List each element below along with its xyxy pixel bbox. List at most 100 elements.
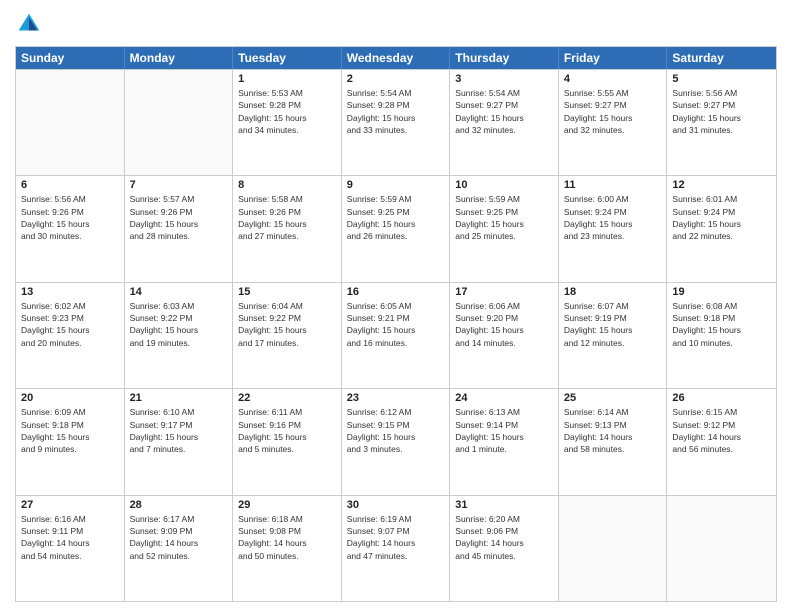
sun-info: Sunrise: 6:01 AM Sunset: 9:24 PM Dayligh… (672, 193, 771, 242)
calendar-cell-4-3: 30 Sunrise: 6:19 AM Sunset: 9:07 PM Dayli… (342, 496, 451, 601)
day-number: 3 (455, 73, 553, 85)
sun-info: Sunrise: 5:56 AM Sunset: 9:27 PM Dayligh… (672, 87, 771, 136)
calendar-cell-2-5: 18 Sunrise: 6:07 AM Sunset: 9:19 PM Dayli… (559, 283, 668, 388)
calendar-cell-4-0: 27 Sunrise: 6:16 AM Sunset: 9:11 PM Dayli… (16, 496, 125, 601)
sun-info: Sunrise: 5:54 AM Sunset: 9:28 PM Dayligh… (347, 87, 445, 136)
sun-info: Sunrise: 6:10 AM Sunset: 9:17 PM Dayligh… (130, 406, 228, 455)
day-number: 23 (347, 392, 445, 404)
day-number: 10 (455, 179, 553, 191)
weekday-header-thursday: Thursday (450, 47, 559, 69)
calendar-cell-2-6: 19Sunrise: 6:08 AM Sunset: 9:18 PM Dayli… (667, 283, 776, 388)
sun-info: Sunrise: 6:12 AM Sunset: 9:15 PM Dayligh… (347, 406, 445, 455)
day-number: 4 (564, 73, 662, 85)
calendar-cell-3-4: 24 Sunrise: 6:13 AM Sunset: 9:14 PM Dayli… (450, 389, 559, 494)
weekday-header-sunday: Sunday (16, 47, 125, 69)
calendar-row-3: 20 Sunrise: 6:09 AM Sunset: 9:18 PM Dayli… (16, 388, 776, 494)
calendar-row-2: 13 Sunrise: 6:02 AM Sunset: 9:23 PM Dayli… (16, 282, 776, 388)
day-number: 20 (21, 392, 119, 404)
day-number: 17 (455, 286, 553, 298)
day-number: 11 (564, 179, 662, 191)
day-number: 31 (455, 499, 553, 511)
calendar-cell-3-1: 21 Sunrise: 6:10 AM Sunset: 9:17 PM Dayli… (125, 389, 234, 494)
sun-info: Sunrise: 6:13 AM Sunset: 9:14 PM Dayligh… (455, 406, 553, 455)
calendar-cell-1-4: 10 Sunrise: 5:59 AM Sunset: 9:25 PM Dayli… (450, 176, 559, 281)
calendar-cell-1-5: 11 Sunrise: 6:00 AM Sunset: 9:24 PM Dayli… (559, 176, 668, 281)
day-number: 30 (347, 499, 445, 511)
logo-icon (15, 10, 43, 38)
calendar-cell-4-6 (667, 496, 776, 601)
calendar-header: SundayMondayTuesdayWednesdayThursdayFrid… (16, 47, 776, 69)
day-number: 16 (347, 286, 445, 298)
day-number: 15 (238, 286, 336, 298)
calendar-cell-0-4: 3 Sunrise: 5:54 AM Sunset: 9:27 PM Daylig… (450, 70, 559, 175)
calendar-cell-0-3: 2 Sunrise: 5:54 AM Sunset: 9:28 PM Daylig… (342, 70, 451, 175)
sun-info: Sunrise: 6:09 AM Sunset: 9:18 PM Dayligh… (21, 406, 119, 455)
day-number: 14 (130, 286, 228, 298)
calendar-body: 1Sunrise: 5:53 AM Sunset: 9:28 PM Daylig… (16, 69, 776, 601)
sun-info: Sunrise: 5:54 AM Sunset: 9:27 PM Dayligh… (455, 87, 553, 136)
calendar-row-4: 27 Sunrise: 6:16 AM Sunset: 9:11 PM Dayli… (16, 495, 776, 601)
sun-info: Sunrise: 6:17 AM Sunset: 9:09 PM Dayligh… (130, 513, 228, 562)
weekday-header-monday: Monday (125, 47, 234, 69)
calendar-cell-3-0: 20 Sunrise: 6:09 AM Sunset: 9:18 PM Dayli… (16, 389, 125, 494)
day-number: 13 (21, 286, 119, 298)
calendar-row-0: 1Sunrise: 5:53 AM Sunset: 9:28 PM Daylig… (16, 69, 776, 175)
day-number: 8 (238, 179, 336, 191)
day-number: 2 (347, 73, 445, 85)
calendar: SundayMondayTuesdayWednesdayThursdayFrid… (15, 46, 777, 602)
day-number: 1 (238, 73, 336, 85)
sun-info: Sunrise: 6:02 AM Sunset: 9:23 PM Dayligh… (21, 300, 119, 349)
sun-info: Sunrise: 5:55 AM Sunset: 9:27 PM Dayligh… (564, 87, 662, 136)
calendar-cell-2-3: 16Sunrise: 6:05 AM Sunset: 9:21 PM Dayli… (342, 283, 451, 388)
sun-info: Sunrise: 5:57 AM Sunset: 9:26 PM Dayligh… (130, 193, 228, 242)
sun-info: Sunrise: 6:07 AM Sunset: 9:19 PM Dayligh… (564, 300, 662, 349)
day-number: 25 (564, 392, 662, 404)
sun-info: Sunrise: 6:04 AM Sunset: 9:22 PM Dayligh… (238, 300, 336, 349)
calendar-cell-1-2: 8 Sunrise: 5:58 AM Sunset: 9:26 PM Daylig… (233, 176, 342, 281)
day-number: 9 (347, 179, 445, 191)
calendar-cell-0-0 (16, 70, 125, 175)
calendar-cell-3-5: 25Sunrise: 6:14 AM Sunset: 9:13 PM Dayli… (559, 389, 668, 494)
calendar-page: SundayMondayTuesdayWednesdayThursdayFrid… (0, 0, 792, 612)
sun-info: Sunrise: 6:03 AM Sunset: 9:22 PM Dayligh… (130, 300, 228, 349)
weekday-header-wednesday: Wednesday (342, 47, 451, 69)
sun-info: Sunrise: 6:11 AM Sunset: 9:16 PM Dayligh… (238, 406, 336, 455)
sun-info: Sunrise: 5:59 AM Sunset: 9:25 PM Dayligh… (455, 193, 553, 242)
calendar-row-1: 6Sunrise: 5:56 AM Sunset: 9:26 PM Daylig… (16, 175, 776, 281)
day-number: 6 (21, 179, 119, 191)
calendar-cell-4-2: 29 Sunrise: 6:18 AM Sunset: 9:08 PM Dayli… (233, 496, 342, 601)
calendar-cell-1-3: 9Sunrise: 5:59 AM Sunset: 9:25 PM Daylig… (342, 176, 451, 281)
sun-info: Sunrise: 6:19 AM Sunset: 9:07 PM Dayligh… (347, 513, 445, 562)
calendar-cell-1-1: 7Sunrise: 5:57 AM Sunset: 9:26 PM Daylig… (125, 176, 234, 281)
calendar-cell-0-6: 5 Sunrise: 5:56 AM Sunset: 9:27 PM Daylig… (667, 70, 776, 175)
calendar-cell-0-1 (125, 70, 234, 175)
sun-info: Sunrise: 6:06 AM Sunset: 9:20 PM Dayligh… (455, 300, 553, 349)
calendar-cell-2-0: 13 Sunrise: 6:02 AM Sunset: 9:23 PM Dayli… (16, 283, 125, 388)
weekday-header-saturday: Saturday (667, 47, 776, 69)
day-number: 29 (238, 499, 336, 511)
calendar-cell-2-4: 17 Sunrise: 6:06 AM Sunset: 9:20 PM Dayli… (450, 283, 559, 388)
calendar-cell-2-1: 14 Sunrise: 6:03 AM Sunset: 9:22 PM Dayli… (125, 283, 234, 388)
sun-info: Sunrise: 6:20 AM Sunset: 9:06 PM Dayligh… (455, 513, 553, 562)
sun-info: Sunrise: 6:00 AM Sunset: 9:24 PM Dayligh… (564, 193, 662, 242)
day-number: 21 (130, 392, 228, 404)
day-number: 28 (130, 499, 228, 511)
calendar-cell-4-4: 31 Sunrise: 6:20 AM Sunset: 9:06 PM Dayli… (450, 496, 559, 601)
weekday-header-friday: Friday (559, 47, 668, 69)
calendar-cell-0-5: 4 Sunrise: 5:55 AM Sunset: 9:27 PM Daylig… (559, 70, 668, 175)
sun-info: Sunrise: 6:18 AM Sunset: 9:08 PM Dayligh… (238, 513, 336, 562)
sun-info: Sunrise: 5:58 AM Sunset: 9:26 PM Dayligh… (238, 193, 336, 242)
day-number: 22 (238, 392, 336, 404)
calendar-cell-3-3: 23 Sunrise: 6:12 AM Sunset: 9:15 PM Dayli… (342, 389, 451, 494)
day-number: 24 (455, 392, 553, 404)
calendar-cell-0-2: 1Sunrise: 5:53 AM Sunset: 9:28 PM Daylig… (233, 70, 342, 175)
calendar-cell-4-5 (559, 496, 668, 601)
day-number: 5 (672, 73, 771, 85)
sun-info: Sunrise: 6:16 AM Sunset: 9:11 PM Dayligh… (21, 513, 119, 562)
day-number: 18 (564, 286, 662, 298)
logo (15, 10, 47, 38)
weekday-header-tuesday: Tuesday (233, 47, 342, 69)
calendar-cell-3-6: 26Sunrise: 6:15 AM Sunset: 9:12 PM Dayli… (667, 389, 776, 494)
calendar-cell-2-2: 15 Sunrise: 6:04 AM Sunset: 9:22 PM Dayli… (233, 283, 342, 388)
day-number: 27 (21, 499, 119, 511)
